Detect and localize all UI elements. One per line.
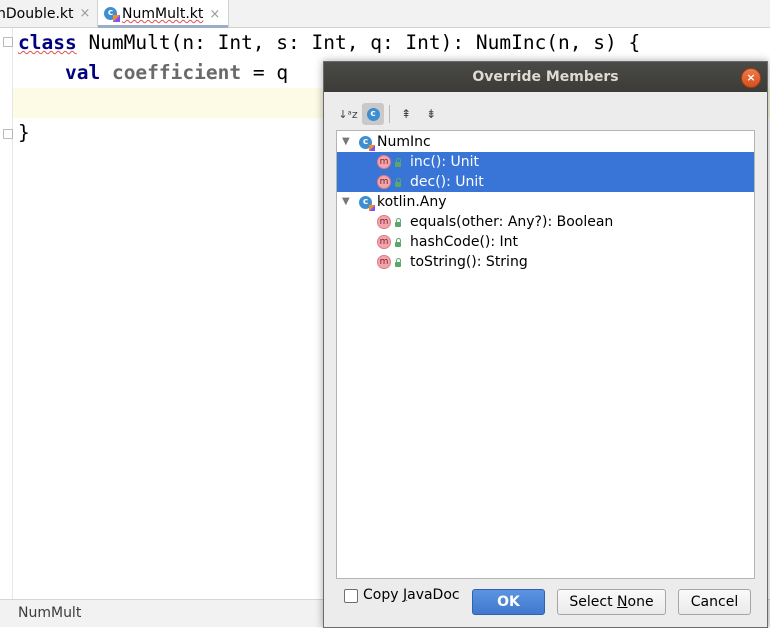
sort-alphabetically-icon[interactable]: ↓ᵃz	[337, 103, 359, 125]
public-access-icon	[395, 238, 401, 247]
close-icon[interactable]: ×	[209, 7, 220, 22]
public-access-icon	[395, 178, 401, 187]
tree-item-equals[interactable]: m equals(other: Any?): Boolean	[337, 212, 754, 232]
tree-group-kotlin-any[interactable]: ▼ c kotlin.Any	[337, 192, 754, 212]
code-line-2: val coefficient = q	[64, 61, 289, 84]
public-access-icon	[395, 158, 401, 167]
close-icon[interactable]: ×	[741, 68, 761, 88]
tree-item-tostring[interactable]: m toString(): String	[337, 252, 754, 272]
fold-marker-icon[interactable]	[3, 37, 13, 47]
cancel-button[interactable]: Cancel	[678, 589, 751, 615]
toolbar-divider	[389, 105, 390, 123]
expand-arrow-icon[interactable]: ▼	[342, 132, 350, 152]
select-none-button[interactable]: Select None	[557, 589, 666, 615]
method-icon: m	[377, 215, 391, 229]
code-line-4: }	[18, 121, 30, 144]
method-icon: m	[377, 155, 391, 169]
public-access-icon	[395, 258, 401, 267]
editor-gutter[interactable]	[0, 28, 13, 599]
public-access-icon	[395, 218, 401, 227]
members-tree[interactable]: ▼ c NumInc m inc(): Unit m dec(): Unit ▼…	[336, 130, 755, 579]
close-icon[interactable]: ×	[80, 6, 91, 21]
ok-button[interactable]: OK	[472, 589, 545, 615]
dialog-toolbar: ↓ᵃz c ⇞ ⇟	[337, 102, 445, 126]
kotlin-class-icon: c	[359, 196, 375, 211]
kotlin-class-icon: c	[359, 136, 375, 151]
fold-marker-icon[interactable]	[3, 129, 13, 139]
copy-javadoc-checkbox[interactable]	[344, 589, 358, 603]
tree-group-numinc[interactable]: ▼ c NumInc	[337, 132, 754, 152]
breadcrumb[interactable]: NumMult	[18, 605, 81, 621]
editor-tab-bar: nDouble.kt × c NumMult.kt ×	[0, 0, 770, 28]
collapse-all-icon[interactable]: ⇟	[420, 103, 442, 125]
code-line-1: class NumMult(n: Int, s: Int, q: Int): N…	[18, 31, 641, 54]
copy-javadoc-label[interactable]: Copy JavaDoc	[363, 587, 460, 603]
tab-label: nDouble.kt	[0, 5, 74, 22]
dialog-footer: Copy JavaDoc OK Select None Cancel	[324, 580, 767, 626]
method-icon: m	[377, 175, 391, 189]
dialog-title: Override Members	[472, 69, 619, 85]
method-icon: m	[377, 235, 391, 249]
tree-item-inc[interactable]: m inc(): Unit	[337, 152, 754, 172]
expand-arrow-icon[interactable]: ▼	[342, 192, 350, 212]
expand-all-icon[interactable]: ⇞	[395, 103, 417, 125]
tab-label: NumMult.kt	[122, 6, 204, 22]
method-icon: m	[377, 255, 391, 269]
tab-nummult[interactable]: c NumMult.kt ×	[97, 0, 229, 28]
tree-item-dec[interactable]: m dec(): Unit	[337, 172, 754, 192]
show-classes-icon[interactable]: c	[362, 103, 384, 125]
kotlin-class-icon: c	[104, 7, 120, 22]
override-members-dialog: Override Members × ↓ᵃz c ⇞ ⇟ ▼ c NumInc …	[323, 61, 768, 628]
tab-ndouble[interactable]: nDouble.kt ×	[0, 0, 95, 27]
dialog-title-bar[interactable]: Override Members ×	[324, 62, 767, 92]
tree-item-hashcode[interactable]: m hashCode(): Int	[337, 232, 754, 252]
